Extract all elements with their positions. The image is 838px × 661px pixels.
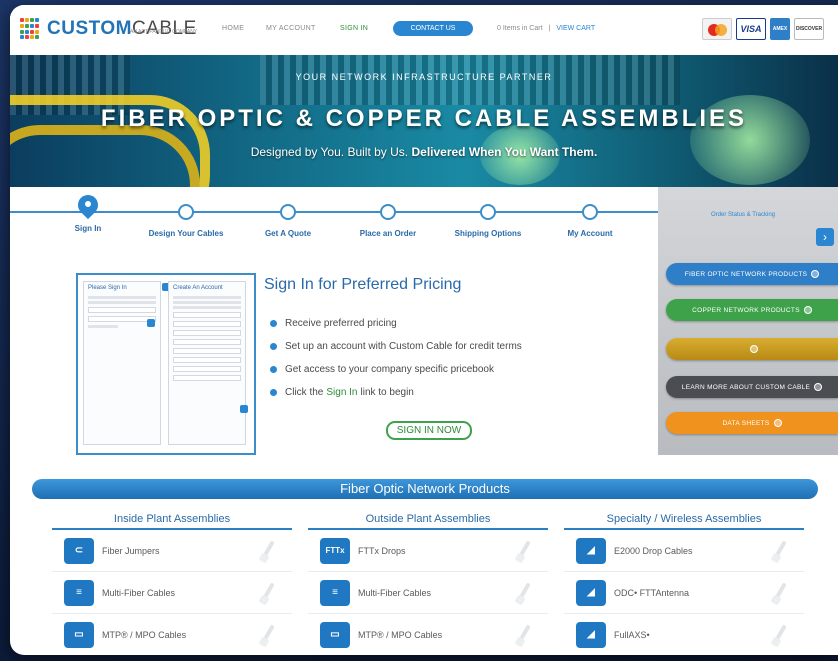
specialty-wireless-category: Specialty / Wireless Assemblies ◢ E2000 D… <box>564 513 804 655</box>
cart-separator: | <box>548 25 551 32</box>
logo-subtitle: AN ACT PANDUIT COMPANY <box>130 29 198 35</box>
discover-icon: DISCOVER <box>794 18 824 40</box>
mastercard-icon <box>702 18 732 40</box>
step-design-cables[interactable]: Design Your Cables <box>136 187 236 239</box>
odc-antenna-icon: ◢ <box>576 579 606 606</box>
multi-fiber-icon: ≡ <box>64 579 94 606</box>
cable-icon <box>256 622 280 648</box>
cable-icon <box>256 580 280 606</box>
bullet-icon <box>270 343 277 350</box>
fiber-jumper-icon: ⊂ <box>64 537 94 564</box>
list-item: Set up an account with Custom Cable for … <box>270 335 522 358</box>
hero-title: FIBER OPTIC & COPPER CABLE ASSEMBLIES <box>100 105 748 132</box>
step-circle-icon <box>380 204 396 220</box>
cart-summary: 0 Items in Cart | VIEW CART <box>497 25 595 32</box>
multi-fiber-icon: ≡ <box>320 579 350 606</box>
arrow-right-icon[interactable]: › <box>816 228 834 246</box>
visa-icon: VISA <box>736 18 766 40</box>
step-get-quote[interactable]: Get A Quote <box>238 187 338 239</box>
list-item: Receive preferred pricing <box>270 312 522 335</box>
cart-count[interactable]: 0 Items in Cart <box>497 25 543 32</box>
pricing-benefits-list: Receive preferred pricing Set up an acco… <box>270 312 522 404</box>
order-progress-steps: Sign In Design Your Cables Get A Quote P… <box>10 187 658 267</box>
payment-cards: VISA AMEX DISCOVER <box>702 18 824 40</box>
step-circle-icon <box>280 204 296 220</box>
browser-page: CUSTOMCABLE AN ACT PANDUIT COMPANY HOME … <box>10 5 838 655</box>
copper-products-button[interactable]: COPPER NETWORK PRODUCTS <box>666 299 838 321</box>
cable-icon <box>256 538 280 564</box>
circle-icon <box>750 345 758 353</box>
step-place-order[interactable]: Place an Order <box>338 187 438 239</box>
product-mtp-mpo-cables[interactable]: ▭ MTP® / MPO Cables <box>52 614 292 655</box>
step-circle-icon <box>480 204 496 220</box>
mtp-connector-icon: ▭ <box>64 621 94 648</box>
inside-plant-category: Inside Plant Assemblies ⊂ Fiber Jumpers ≡… <box>52 513 292 655</box>
product-fttx-drops[interactable]: FTTx FTTx Drops <box>308 530 548 572</box>
hero-subtitle: Designed by You. Built by Us. Delivered … <box>250 145 598 159</box>
data-sheets-button[interactable]: DATA SHEETS <box>666 412 838 434</box>
circle-icon <box>773 419 782 427</box>
preferred-pricing-title: Sign In for Preferred Pricing <box>264 276 462 293</box>
sign-in-preview[interactable]: Please Sign In Create An Account <box>76 273 256 455</box>
product-e2000-drop-cables[interactable]: ◢ E2000 Drop Cables <box>564 530 804 572</box>
nav-sign-in[interactable]: SIGN IN <box>340 25 368 32</box>
mtp-connector-icon: ▭ <box>320 621 350 648</box>
location-pin-icon <box>78 195 98 219</box>
e2000-connector-icon: ◢ <box>576 537 606 564</box>
cable-icon <box>768 538 792 564</box>
step-shipping-options[interactable]: Shipping Options <box>438 187 538 239</box>
category-title: Inside Plant Assemblies <box>52 513 292 530</box>
fullaxs-icon: ◢ <box>576 621 606 648</box>
category-title: Outside Plant Assemblies <box>308 513 548 530</box>
product-multi-fiber-cables[interactable]: ≡ Multi-Fiber Cables <box>52 572 292 614</box>
fttx-icon: FTTx <box>320 537 350 564</box>
right-sidebar: Order Status & Tracking › FIBER OPTIC NE… <box>658 187 838 455</box>
logo-mark-icon <box>20 18 42 40</box>
view-cart-link[interactable]: VIEW CART <box>556 25 595 32</box>
create-account-form-preview: Create An Account <box>168 281 246 445</box>
product-mtp-mpo-cables[interactable]: ▭ MTP® / MPO Cables <box>308 614 548 655</box>
amex-icon: AMEX <box>770 18 790 40</box>
hero-kicker: YOUR NETWORK INFRASTRUCTURE PARTNER <box>295 72 553 82</box>
step-circle-icon <box>582 204 598 220</box>
hero-banner: YOUR NETWORK INFRASTRUCTURE PARTNER FIBE… <box>10 55 838 187</box>
circle-icon <box>803 306 812 314</box>
promo-banner-button[interactable] <box>666 338 838 360</box>
learn-more-button[interactable]: LEARN MORE ABOUT CUSTOM CABLE <box>666 376 838 398</box>
step-sign-in[interactable]: Sign In <box>38 187 138 234</box>
list-item: Get access to your company specific pric… <box>270 358 522 381</box>
category-title: Specialty / Wireless Assemblies <box>564 513 804 530</box>
product-multi-fiber-cables[interactable]: ≡ Multi-Fiber Cables <box>308 572 548 614</box>
nav-my-account[interactable]: MY ACCOUNT <box>266 25 316 32</box>
fiber-optic-products-button[interactable]: FIBER OPTIC NETWORK PRODUCTS <box>666 263 838 285</box>
site-header: CUSTOMCABLE AN ACT PANDUIT COMPANY HOME … <box>10 5 838 55</box>
cable-icon <box>512 580 536 606</box>
step-my-account[interactable]: My Account <box>540 187 640 239</box>
product-fullaxs[interactable]: ◢ FullAXS• <box>564 614 804 655</box>
product-fiber-jumpers[interactable]: ⊂ Fiber Jumpers <box>52 530 292 572</box>
order-tracking-link[interactable]: Order Status & Tracking <box>678 212 808 218</box>
sign-in-now-button[interactable]: SIGN IN NOW <box>386 421 472 440</box>
fiber-optic-section-header: Fiber Optic Network Products <box>32 479 818 499</box>
sign-in-form-preview: Please Sign In <box>83 281 161 445</box>
bullet-icon <box>270 320 277 327</box>
cable-icon <box>512 538 536 564</box>
list-item: Click the Sign In link to begin <box>270 381 522 404</box>
cable-icon <box>768 580 792 606</box>
product-odc-ftt-antenna[interactable]: ◢ ODC• FTTAntenna <box>564 572 804 614</box>
step-circle-icon <box>178 204 194 220</box>
bullet-icon <box>270 366 277 373</box>
contact-us-button[interactable]: CONTACT US <box>393 21 473 36</box>
circle-icon <box>811 270 820 278</box>
bullet-icon <box>270 389 277 396</box>
sign-in-link[interactable]: Sign In <box>326 387 357 398</box>
cable-icon <box>512 622 536 648</box>
outside-plant-category: Outside Plant Assemblies FTTx FTTx Drops … <box>308 513 548 655</box>
circle-icon <box>814 383 823 391</box>
nav-home[interactable]: HOME <box>222 25 244 32</box>
cable-icon <box>768 622 792 648</box>
